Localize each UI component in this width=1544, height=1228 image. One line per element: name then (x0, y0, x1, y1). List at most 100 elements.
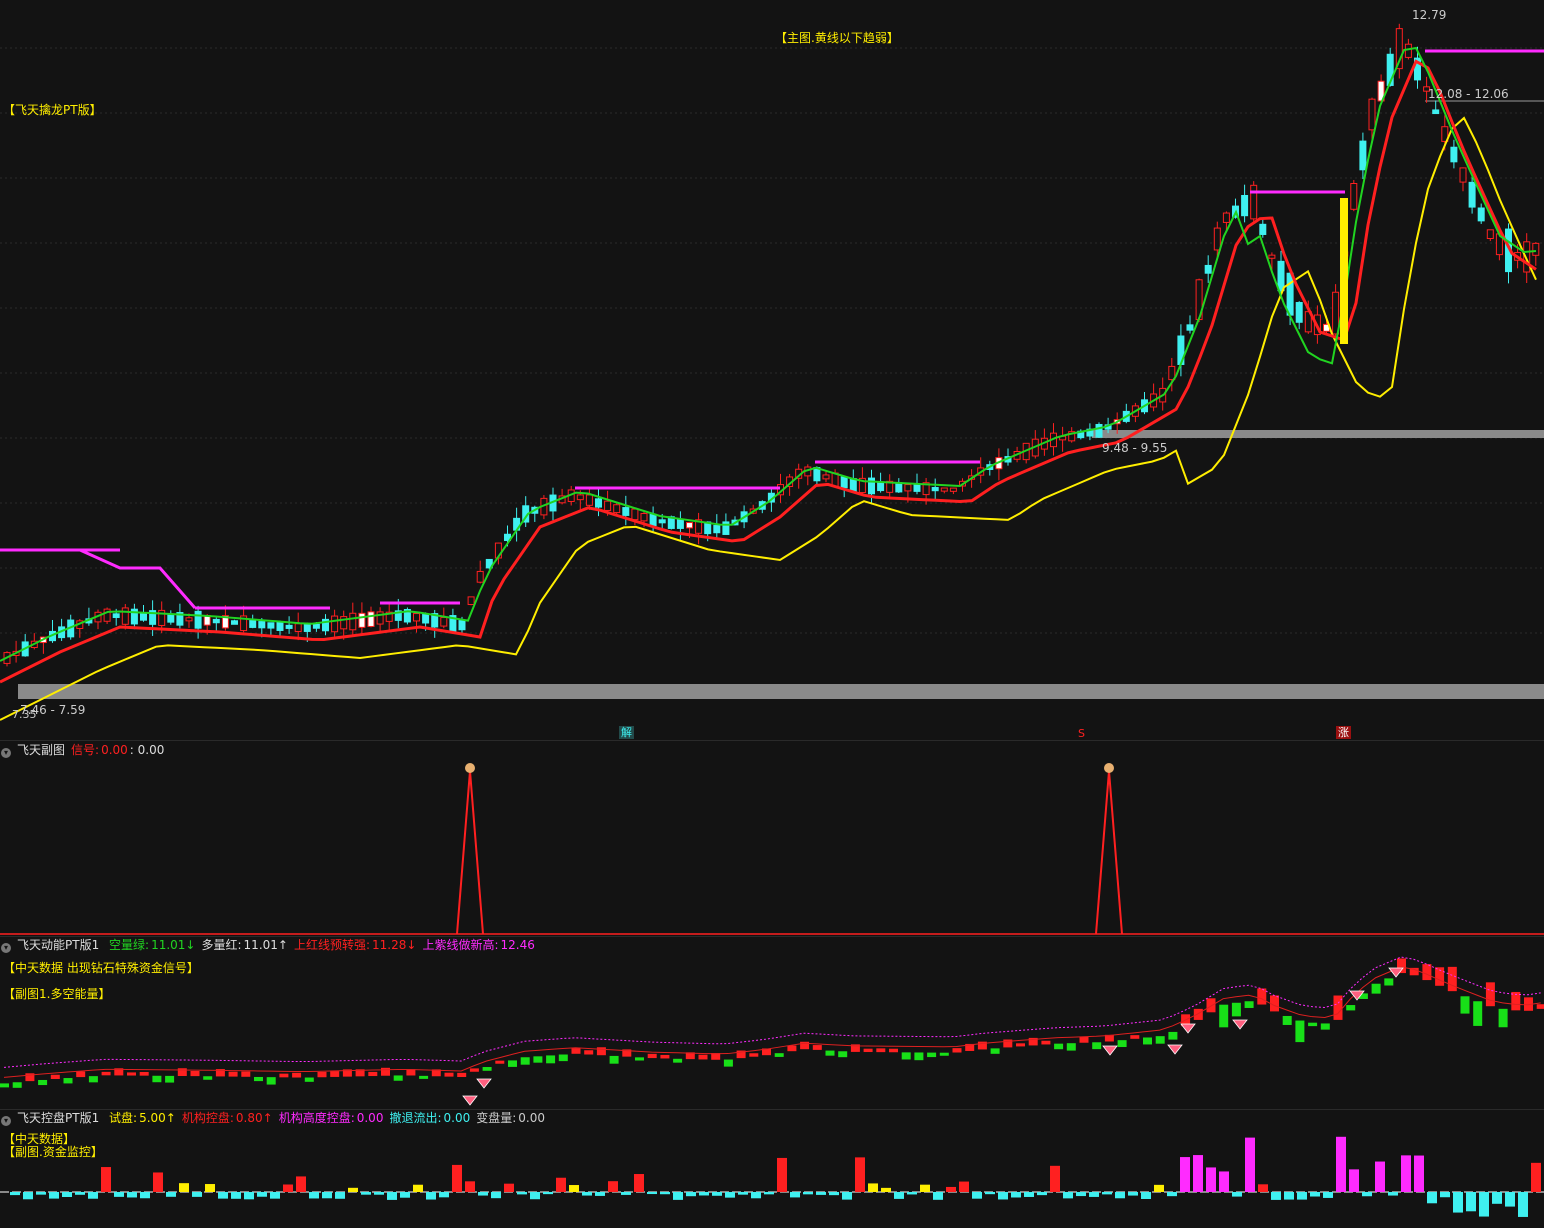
energy-bar (101, 1071, 111, 1076)
energy-bar (1485, 982, 1495, 1007)
candle-body (576, 494, 584, 501)
candle-body (640, 513, 648, 522)
candle-body (913, 484, 921, 492)
candle-body (358, 612, 366, 628)
signal-chart[interactable] (0, 741, 1544, 937)
sub-chart-energy-panel[interactable]: ▾ 飞天动能PT版1 空量绿: 11.01↓ 多量红: 11.01↑ 上红线预转强: 11.… (0, 936, 1544, 1110)
capital-bar (1375, 1161, 1385, 1192)
sub1-extra-value: : 0.00 (129, 743, 165, 757)
candle-body (686, 522, 693, 529)
energy-chart[interactable] (0, 937, 1544, 1110)
capital-bar (1024, 1192, 1034, 1197)
energy-bar (533, 1056, 543, 1063)
energy-bar (1282, 1015, 1292, 1025)
capital-bar (413, 1184, 423, 1192)
sub2-note-energy: 【副图1.多空能量】 (3, 987, 111, 1001)
candle-body (467, 596, 475, 606)
energy-bar (1473, 1001, 1483, 1026)
capital-bar (1531, 1162, 1541, 1192)
capital-bar (153, 1172, 163, 1192)
candle-body (413, 613, 420, 622)
capital-bar (101, 1167, 111, 1192)
candle-body (440, 617, 448, 627)
collapse-icon[interactable]: ▾ (1, 748, 11, 758)
candle-body (1186, 324, 1194, 331)
energy-bar (1219, 1004, 1229, 1028)
candlestick-chart[interactable] (0, 0, 1544, 740)
energy-bar (1422, 964, 1432, 981)
capital-bar (88, 1192, 98, 1199)
sub3-name: 飞天控盘PT版1 (17, 1111, 100, 1125)
energy-line (3, 966, 1541, 1078)
capital-bar (452, 1164, 462, 1192)
candle-body (1450, 146, 1458, 163)
price-high-label: 12.79 (1412, 8, 1447, 22)
candle-body (185, 617, 193, 622)
candle-body (840, 476, 848, 489)
candle-body (349, 612, 357, 631)
capital-bar (179, 1183, 189, 1192)
sub-chart-capital-panel[interactable]: ▾ 飞天控盘PT版1 试盘: 5.00↑ 机构控盘: 0.80↑ 机构高度控盘: 0.00 撤… (0, 1109, 1544, 1228)
candle-body (212, 618, 220, 624)
capital-bar (1427, 1192, 1437, 1204)
sub3-field-label: 机构高度控盘: (278, 1111, 355, 1125)
capital-bar (1440, 1192, 1450, 1198)
candle-body (194, 610, 202, 629)
energy-bar (774, 1053, 784, 1057)
energy-bar (228, 1071, 238, 1077)
collapse-icon[interactable]: ▾ (1, 1116, 11, 1126)
energy-bar (723, 1059, 733, 1067)
candle-body (285, 624, 293, 629)
capital-bar (1479, 1192, 1489, 1217)
capital-bar (218, 1192, 228, 1199)
capital-bar (985, 1192, 995, 1195)
capital-bar (1076, 1192, 1086, 1197)
capital-bar (49, 1192, 59, 1199)
candle-body (613, 504, 621, 514)
sub-chart-signal-panel[interactable]: ▾ 飞天副图 信号: 0.00: 0.00 (0, 740, 1544, 937)
capital-bar (933, 1192, 943, 1200)
candle-body (622, 507, 630, 516)
capital-bar (998, 1192, 1008, 1200)
capital-bar (1453, 1192, 1463, 1213)
capital-bar (868, 1183, 878, 1192)
collapse-icon[interactable]: ▾ (1, 943, 11, 953)
energy-bar (1536, 1004, 1544, 1009)
energy-bar (1231, 1002, 1241, 1017)
capital-bar (1466, 1192, 1476, 1212)
energy-bar (203, 1076, 213, 1080)
capital-bar (1154, 1184, 1164, 1192)
energy-bar (482, 1067, 492, 1071)
capital-bar (1128, 1192, 1138, 1196)
capital-bar (1297, 1192, 1307, 1200)
energy-bar (863, 1048, 873, 1053)
sub1-signal-value: 0.00 (101, 743, 128, 757)
sub2-field-value: 11.01↑ (243, 938, 288, 952)
capital-bar (790, 1192, 800, 1198)
signal-marker-zhang[interactable]: 涨 (1336, 726, 1351, 739)
capital-bar (1336, 1136, 1346, 1192)
capital-bar (192, 1192, 202, 1197)
candle-body (476, 570, 484, 583)
energy-bar (177, 1068, 187, 1077)
capital-bar (634, 1174, 644, 1192)
energy-bar (1295, 1020, 1305, 1043)
candle-body (1459, 167, 1467, 183)
capital-bar (686, 1192, 696, 1197)
ma-green-line (0, 46, 1537, 662)
capital-bar (270, 1192, 280, 1199)
candle-body (658, 519, 666, 524)
capital-bar (283, 1184, 293, 1192)
candle-body (1468, 181, 1476, 208)
capital-chart[interactable] (0, 1110, 1544, 1228)
capital-bar (582, 1192, 592, 1196)
main-chart-panel[interactable]: 【飞天擒龙PT版】 【主图.黄线以下趋弱】 12.79 12.08 - 12.0… (0, 0, 1544, 740)
signal-marker-jie[interactable]: 解 (619, 726, 634, 739)
capital-bar (621, 1192, 631, 1195)
sub3-note-capital: 【副图.资金监控】 (3, 1145, 103, 1159)
energy-bar (1346, 1005, 1356, 1011)
energy-bar (381, 1067, 390, 1076)
candle-body (121, 607, 129, 625)
signal-marker-s[interactable]: S (1076, 727, 1087, 740)
capital-bar (1388, 1192, 1398, 1196)
